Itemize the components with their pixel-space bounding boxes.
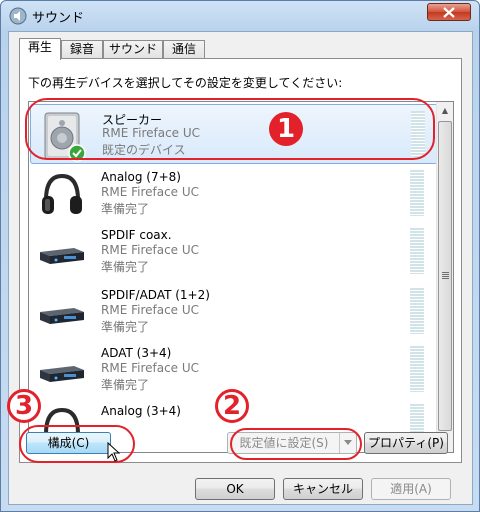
cancel-button[interactable]: キャンセル	[283, 478, 363, 500]
properties-button[interactable]: プロパティ(P)	[364, 432, 448, 454]
apply-button[interactable]: 適用(A)	[371, 478, 451, 500]
audio-interface-icon	[40, 308, 84, 324]
annotation-number-2: 2	[215, 389, 249, 423]
device-item-analog-7-8[interactable]: Analog (7+8) RME Fireface UC 準備完了	[30, 164, 438, 224]
device-driver: RME Fireface UC	[101, 243, 200, 257]
sound-app-icon	[9, 7, 27, 25]
audio-interface-icon	[40, 248, 84, 264]
device-status: 準備完了	[101, 320, 150, 334]
tab-playback[interactable]: 再生	[19, 38, 61, 60]
device-item-spdif-coax[interactable]: SPDIF coax. RME Fireface UC 準備完了	[30, 222, 438, 282]
device-name: SPDIF/ADAT (1+2)	[101, 288, 210, 302]
tab-sounds[interactable]: サウンド	[103, 40, 163, 59]
annotation-highlight-set-default	[230, 428, 362, 460]
level-meter	[410, 346, 424, 392]
device-status: 準備完了	[101, 202, 150, 216]
device-driver: RME Fireface UC	[101, 185, 200, 199]
tab-recording[interactable]: 録音	[61, 40, 103, 59]
device-driver: RME Fireface UC	[101, 303, 200, 317]
headphones-icon	[42, 173, 82, 214]
device-item-spdif-adat-1-2[interactable]: SPDIF/ADAT (1+2) RME Fireface UC 準備完了	[30, 282, 438, 342]
level-meter	[410, 228, 424, 274]
device-driver: RME Fireface UC	[101, 361, 200, 375]
mouse-pointer-icon	[107, 442, 121, 462]
sound-dialog: サウンド 再生 録音 サウンド 通信 下の再生デバイスを選択してその設定を変更し…	[0, 0, 480, 512]
device-name: SPDIF coax.	[101, 228, 172, 242]
annotation-number-1: 1	[269, 112, 303, 146]
scroll-thumb[interactable]	[438, 121, 452, 431]
level-meter	[410, 288, 424, 334]
grip-icon	[442, 272, 449, 279]
close-icon	[443, 7, 455, 18]
window-title: サウンド	[32, 11, 85, 26]
scroll-up-arrow-icon[interactable]: ▲	[437, 102, 453, 119]
annotation-number-3: 3	[7, 389, 41, 423]
ok-button[interactable]: OK	[195, 478, 275, 500]
tab-communications[interactable]: 通信	[163, 40, 205, 59]
device-name: Analog (7+8)	[101, 170, 181, 184]
device-status: 準備完了	[101, 260, 150, 274]
close-button[interactable]	[427, 3, 471, 21]
level-meter	[410, 170, 424, 216]
audio-interface-icon	[40, 366, 84, 382]
annotation-highlight-device	[25, 98, 435, 160]
instruction-text: 下の再生デバイスを選択してその設定を変更してください:	[28, 76, 343, 90]
device-name: ADAT (3+4)	[101, 346, 172, 360]
device-name: Analog (3+4)	[101, 404, 181, 418]
device-status: 準備完了	[101, 378, 150, 392]
device-list-scrollbar[interactable]: ▲ ▼	[436, 102, 453, 452]
title-bar[interactable]: サウンド	[1, 1, 479, 31]
